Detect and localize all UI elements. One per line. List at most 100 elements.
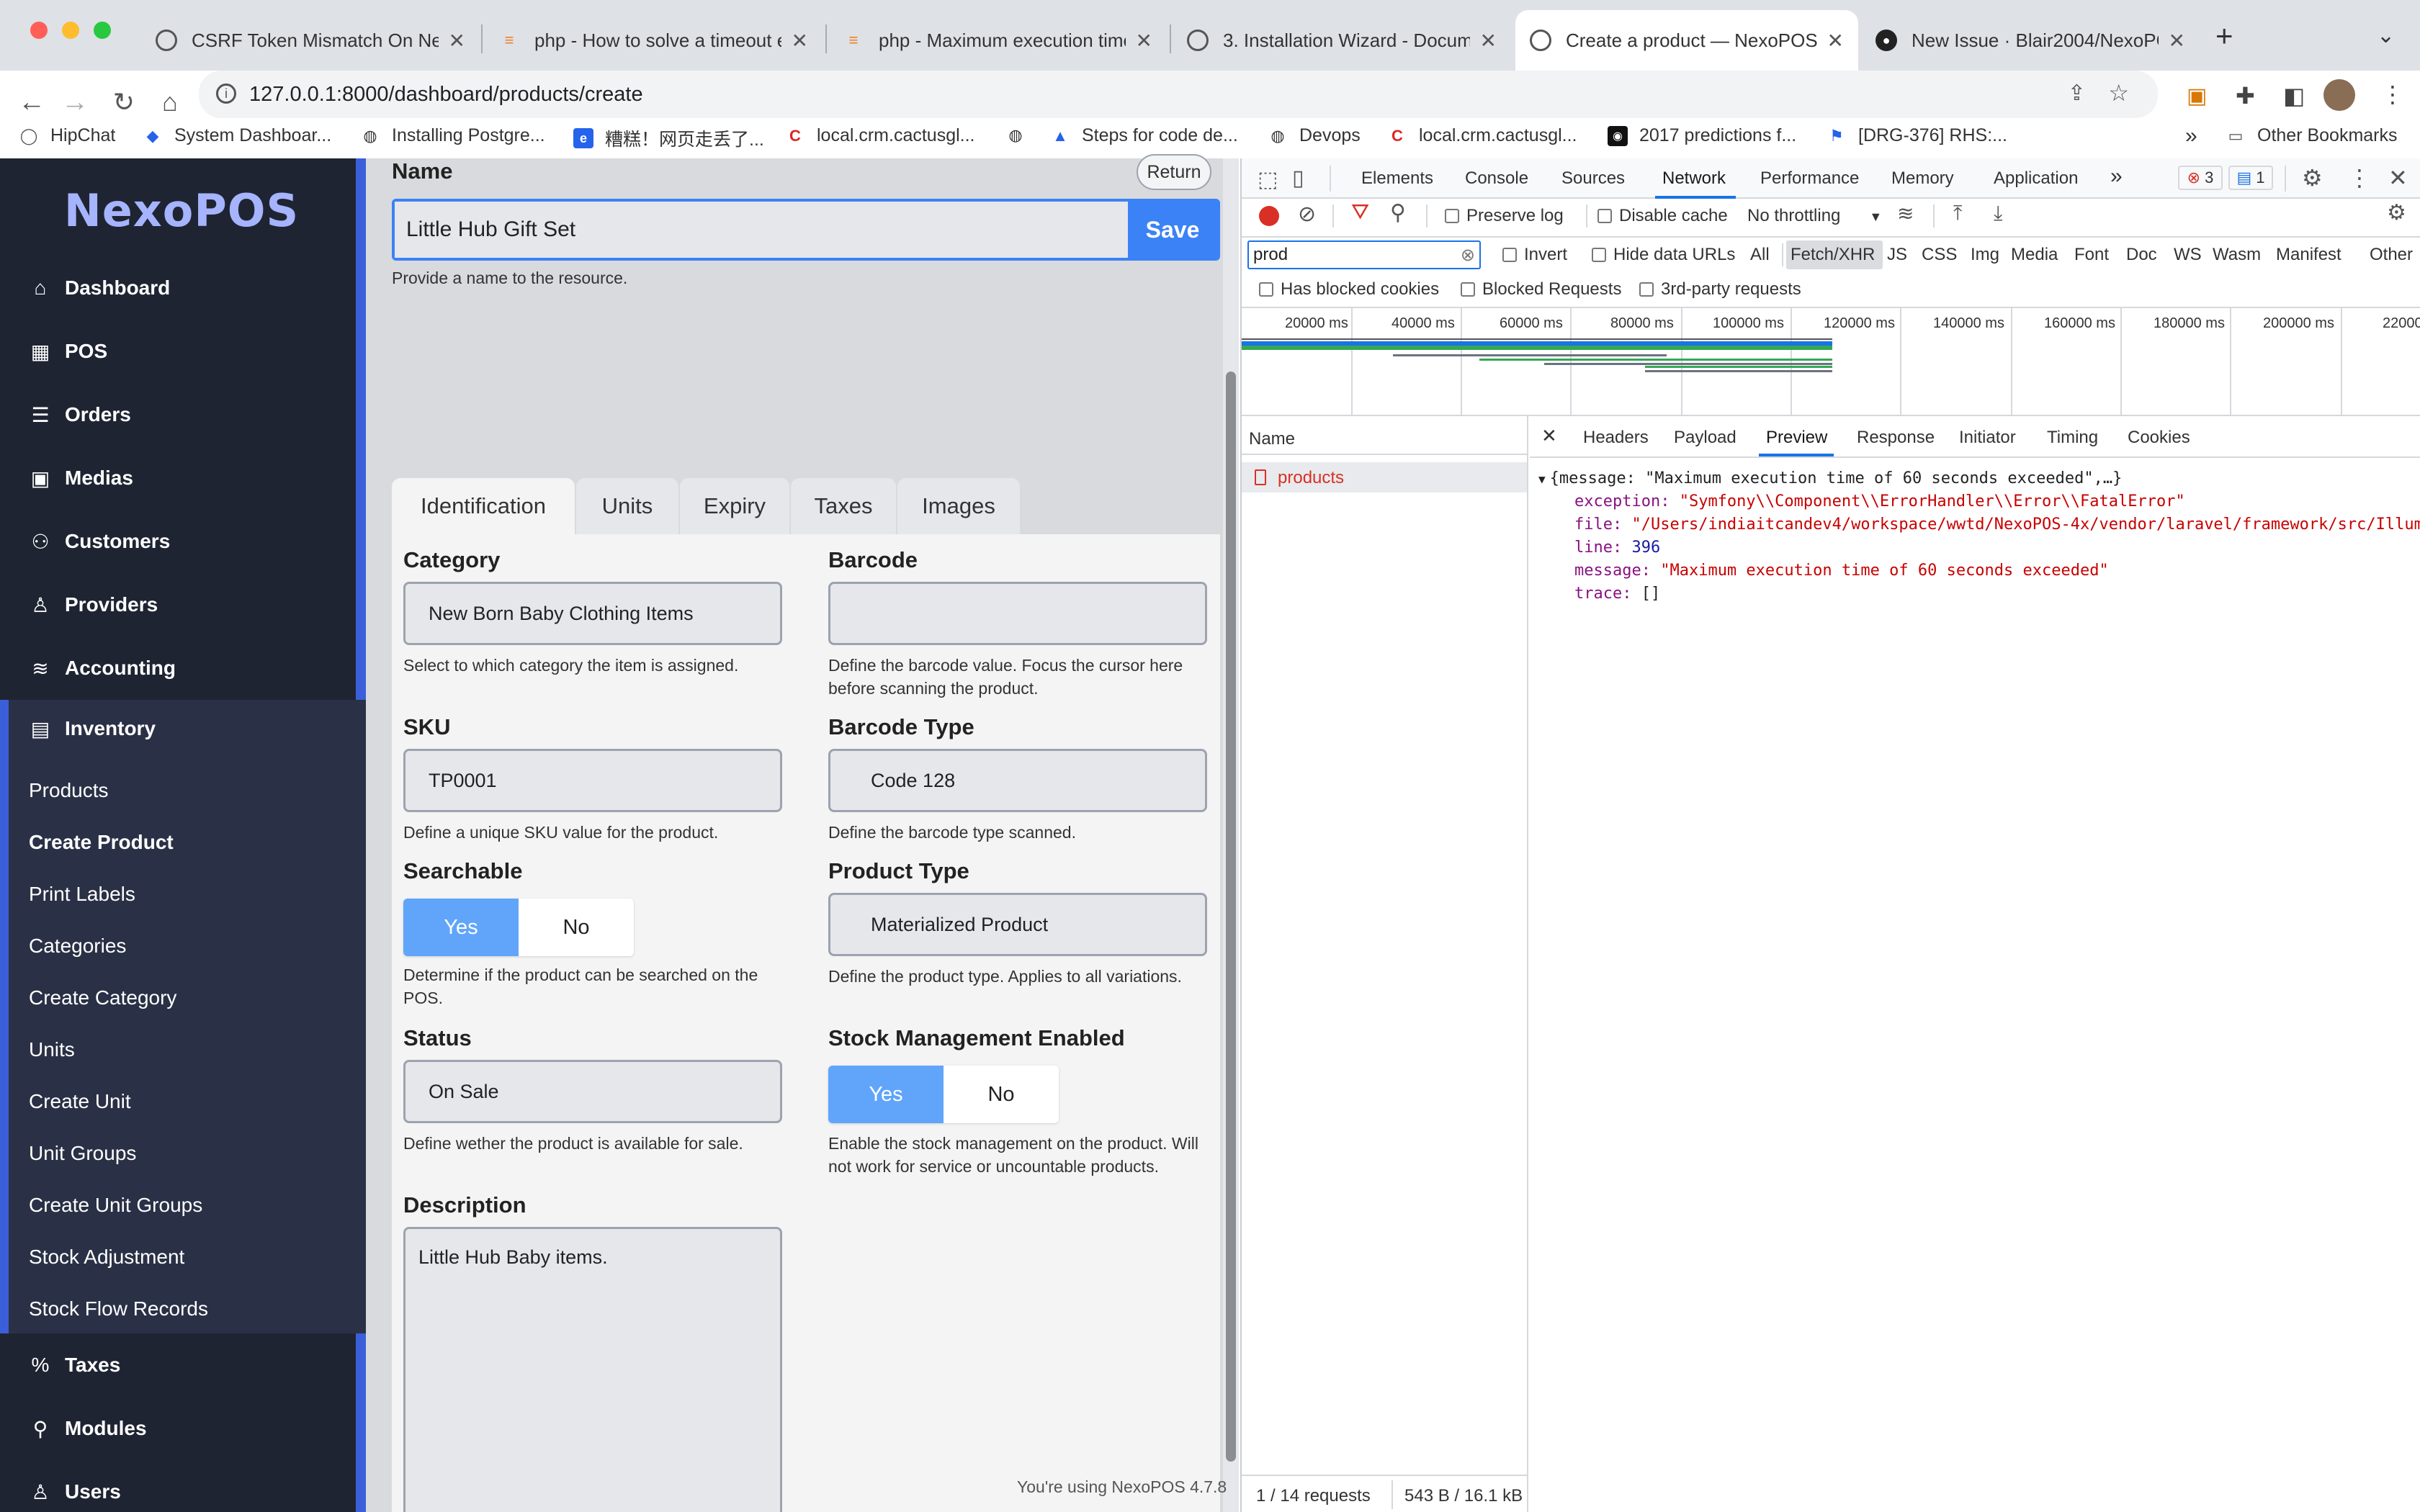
throttling-select[interactable]: No throttling ▼ [1747, 206, 1882, 226]
filter-manifest[interactable]: Manifest [2276, 245, 2341, 265]
minimize-window-button[interactable] [62, 22, 79, 39]
sidebar-item-users[interactable]: ♙ Users [0, 1463, 366, 1512]
preview-summary[interactable]: ▼ {message: "Maximum execution time of 60… [1538, 469, 2122, 487]
info-icon[interactable]: i [216, 84, 236, 104]
sidebar-sub-create-unit-groups[interactable]: Create Unit Groups [29, 1194, 202, 1217]
inspect-element-icon[interactable]: ⬚ [1258, 167, 1278, 192]
sidebar-sub-create-product[interactable]: Create Product [29, 831, 174, 854]
filter-fetch-xhr[interactable]: Fetch/XHR [1791, 245, 1875, 265]
tab-expiry[interactable]: Expiry [680, 478, 789, 534]
devtools-tab-memory[interactable]: Memory [1891, 168, 1954, 189]
bookmark[interactable]: ◉ 2017 predictions f... [1608, 125, 1796, 146]
bookmark[interactable]: ◍ Installing Postgre... [360, 125, 544, 146]
forward-button[interactable]: → [59, 86, 91, 118]
sidebar-item-modules[interactable]: ⚲ Modules [0, 1400, 366, 1457]
details-tab-cookies[interactable]: Cookies [2128, 428, 2190, 448]
tab-units[interactable]: Units [576, 478, 678, 534]
barcode-type-select[interactable]: Code 128 [828, 749, 1207, 812]
content-scrollbar[interactable] [1223, 158, 1239, 1512]
sidebar-sub-unit-groups[interactable]: Unit Groups [29, 1142, 136, 1165]
close-tab-icon[interactable]: ✕ [1480, 29, 1497, 53]
bookmark[interactable]: e 糟糕！网页走丢了... [573, 125, 764, 151]
name-input[interactable]: Little Hub Gift Set [395, 202, 1128, 258]
sidebar-item-accounting[interactable]: ≋ Accounting [0, 639, 366, 697]
sidebar-sub-create-category[interactable]: Create Category [29, 986, 176, 1009]
product-type-select[interactable]: Materialized Product [828, 893, 1207, 956]
sidebar-item-dashboard[interactable]: ⌂ Dashboard [0, 259, 366, 317]
filter-ws[interactable]: WS [2174, 245, 2202, 265]
barcode-input[interactable] [828, 582, 1207, 645]
preserve-log-checkbox[interactable]: Preserve log [1445, 206, 1564, 226]
bookmark[interactable]: ◍ Devops [1268, 125, 1360, 146]
bookmark[interactable]: ◍ [1005, 125, 1037, 145]
close-tab-icon[interactable]: ✕ [792, 29, 808, 53]
profile-avatar[interactable] [2323, 79, 2355, 111]
maximize-window-button[interactable] [94, 22, 111, 39]
sidebar-item-pos[interactable]: ▦ POS [0, 323, 366, 380]
network-settings-gear-icon[interactable]: ⚙ [2387, 200, 2406, 225]
filter-icon[interactable]: ⛛ [1351, 200, 1369, 225]
extensions-puzzle-icon[interactable]: ✚ [2236, 82, 2255, 109]
bookmark[interactable]: ⚑ [DRG-376] RHS:... [1827, 125, 2007, 146]
devtools-more-tabs-button[interactable]: » [2110, 164, 2123, 189]
close-details-icon[interactable]: ✕ [1541, 425, 1557, 447]
sidebar-sub-units[interactable]: Units [29, 1038, 75, 1061]
other-bookmarks[interactable]: ▭ Other Bookmarks [2226, 125, 2398, 146]
filter-media[interactable]: Media [2011, 245, 2058, 265]
disable-cache-checkbox[interactable]: Disable cache [1597, 206, 1728, 226]
record-button[interactable] [1259, 206, 1279, 226]
sidebar-item-taxes[interactable]: % Taxes [0, 1336, 366, 1394]
scrollbar-thumb[interactable] [1226, 372, 1236, 1462]
new-tab-button[interactable]: + [2215, 19, 2233, 53]
devtools-more-icon[interactable]: ⋮ [2348, 164, 2371, 192]
bookmark[interactable]: Clocal.crm.cactusgl... [785, 125, 974, 146]
errors-badge[interactable]: ⊗ 3 [2178, 166, 2223, 190]
details-tab-headers[interactable]: Headers [1583, 428, 1649, 448]
back-button[interactable]: ← [16, 86, 48, 118]
details-tab-preview[interactable]: Preview [1766, 428, 1827, 448]
details-tab-response[interactable]: Response [1857, 428, 1935, 448]
browser-tab[interactable]: 3. Installation Wizard - Docume ✕ [1173, 10, 1511, 71]
return-button[interactable]: Return [1137, 154, 1211, 190]
sidebar-item-orders[interactable]: ☰ Orders [0, 386, 366, 444]
home-button[interactable]: ⌂ [154, 86, 186, 118]
sidebar-item-providers[interactable]: ♙ Providers [0, 576, 366, 634]
browser-tab[interactable]: ≡ php - Maximum execution time ✕ [828, 10, 1167, 71]
messages-badge[interactable]: ▤ 1 [2228, 166, 2273, 190]
side-panel-icon[interactable]: ◧ [2283, 82, 2305, 109]
bookmark[interactable]: ◯ HipChat [19, 125, 116, 146]
search-icon[interactable]: ⚲ [1390, 200, 1406, 225]
request-row-products[interactable]: products [1242, 462, 1527, 492]
extension-icon[interactable]: ▣ [2187, 84, 2207, 109]
hide-data-urls-checkbox[interactable]: Hide data URLs [1592, 245, 1735, 265]
filter-img[interactable]: Img [1971, 245, 1999, 265]
filter-font[interactable]: Font [2074, 245, 2109, 265]
filter-all[interactable]: All [1750, 245, 1770, 265]
network-timeline-overview[interactable]: 20000 ms 40000 ms 60000 ms 80000 ms 1000… [1242, 308, 2420, 415]
sidebar-sub-create-unit[interactable]: Create Unit [29, 1090, 131, 1113]
device-toolbar-icon[interactable]: ▯ [1292, 166, 1304, 191]
close-window-button[interactable] [30, 22, 48, 39]
bookmark-star-icon[interactable]: ☆ [2108, 79, 2129, 107]
export-har-icon[interactable]: ⤓ [1994, 202, 2002, 225]
blocked-requests-checkbox[interactable]: Blocked Requests [1461, 279, 1621, 300]
devtools-tab-sources[interactable]: Sources [1561, 168, 1625, 189]
tab-search-chevron-icon[interactable]: ⌄ [2377, 23, 2395, 48]
filter-doc[interactable]: Doc [2126, 245, 2157, 265]
details-tab-initiator[interactable]: Initiator [1959, 428, 2016, 448]
stock-management-yes-button[interactable]: Yes [828, 1066, 944, 1123]
sidebar-sub-stock-adjustment[interactable]: Stock Adjustment [29, 1246, 184, 1269]
filter-js[interactable]: JS [1887, 245, 1907, 265]
close-tab-icon[interactable]: ✕ [2169, 29, 2185, 53]
category-select[interactable]: New Born Baby Clothing Items [403, 582, 782, 645]
description-textarea[interactable]: Little Hub Baby items. [403, 1227, 782, 1512]
status-select[interactable]: On Sale [403, 1060, 782, 1123]
clear-icon[interactable]: ⊘ [1298, 202, 1316, 227]
address-bar[interactable]: i 127.0.0.1:8000/dashboard/products/crea… [199, 71, 2158, 118]
name-column-header[interactable]: Name [1249, 429, 1295, 449]
stock-management-no-button[interactable]: No [944, 1066, 1059, 1123]
save-button[interactable]: Save [1128, 202, 1217, 258]
close-devtools-icon[interactable]: ✕ [2388, 164, 2408, 192]
clear-filter-icon[interactable]: ⊗ [1461, 245, 1475, 266]
sidebar-sub-stock-flow-records[interactable]: Stock Flow Records [29, 1297, 208, 1320]
